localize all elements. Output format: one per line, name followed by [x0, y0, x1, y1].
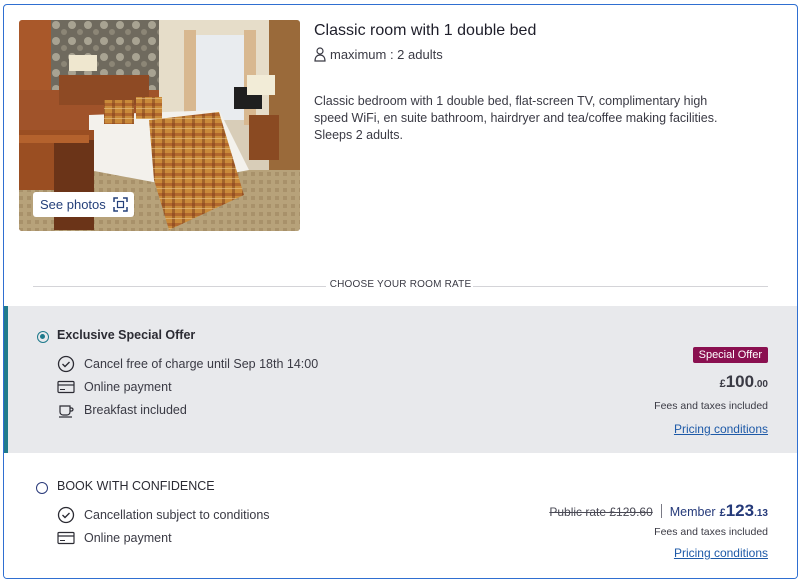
- fees-note: Fees and taxes included: [654, 526, 768, 538]
- card-icon: [57, 380, 75, 394]
- rate-price: £100.00: [720, 372, 768, 392]
- price-whole: 100: [725, 372, 755, 391]
- room-photo[interactable]: See photos: [19, 20, 300, 231]
- rate-option-special-offer[interactable]: Exclusive Special Offer Cancel free of c…: [4, 306, 797, 453]
- rate-option-book-with-confidence[interactable]: BOOK WITH CONFIDENCE Cancellation subjec…: [4, 453, 797, 578]
- radio-selected-dot: [40, 334, 45, 339]
- feature-payment: Online payment: [57, 378, 172, 396]
- public-rate: Public rate £129.60: [549, 505, 653, 519]
- feature-label: Breakfast included: [84, 403, 187, 417]
- capacity-text: maximum : 2 adults: [330, 47, 443, 62]
- price-whole: 123: [725, 501, 755, 520]
- pricing-conditions-link[interactable]: Pricing conditions: [674, 546, 768, 560]
- see-photos-button[interactable]: See photos: [33, 192, 134, 217]
- feature-cancellation: Cancel free of charge until Sep 18th 14:…: [57, 355, 318, 373]
- feature-breakfast: Breakfast included: [57, 401, 187, 419]
- expand-photos-icon: [113, 197, 128, 212]
- clock-check-icon: [57, 355, 75, 373]
- feature-cancellation: Cancellation subject to conditions: [57, 506, 270, 524]
- price-cents: .13: [754, 508, 768, 519]
- member-price: Member £123.13: [670, 501, 768, 521]
- feature-label: Online payment: [84, 531, 172, 545]
- price-cents: .00: [754, 379, 768, 390]
- feature-label: Cancel free of charge until Sep 18th 14:…: [84, 357, 319, 371]
- divider-line-right: [473, 286, 768, 287]
- rate-section-label: CHOOSE YOUR ROOM RATE: [329, 279, 472, 290]
- feature-payment: Online payment: [57, 529, 172, 547]
- feature-label: Online payment: [84, 380, 172, 394]
- rate-name: BOOK WITH CONFIDENCE: [57, 479, 215, 493]
- price-separator: [660, 504, 662, 518]
- card-icon: [57, 531, 75, 545]
- rate-radio-special-offer[interactable]: [37, 331, 49, 343]
- clock-check-icon: [57, 506, 75, 524]
- special-offer-badge: Special Offer: [692, 347, 768, 363]
- fees-note: Fees and taxes included: [654, 400, 768, 412]
- capacity-row: maximum : 2 adults: [314, 47, 443, 62]
- cup-icon: [59, 405, 74, 418]
- rate-price: Public rate £129.60 Member £123.13: [549, 501, 768, 521]
- see-photos-label: See photos: [40, 197, 106, 212]
- pricing-conditions-link[interactable]: Pricing conditions: [674, 422, 768, 436]
- room-card: See photos Classic room with 1 double be…: [3, 4, 798, 579]
- room-title: Classic room with 1 double bed: [314, 22, 537, 39]
- feature-label: Cancellation subject to conditions: [84, 508, 270, 522]
- room-description: Classic bedroom with 1 double bed, flat-…: [314, 94, 718, 142]
- rate-radio-book-with-confidence[interactable]: [36, 482, 48, 494]
- rate-name: Exclusive Special Offer: [57, 328, 196, 342]
- person-icon: [314, 47, 326, 62]
- rate-section-divider: CHOOSE YOUR ROOM RATE: [33, 279, 768, 293]
- member-label: Member: [669, 505, 716, 519]
